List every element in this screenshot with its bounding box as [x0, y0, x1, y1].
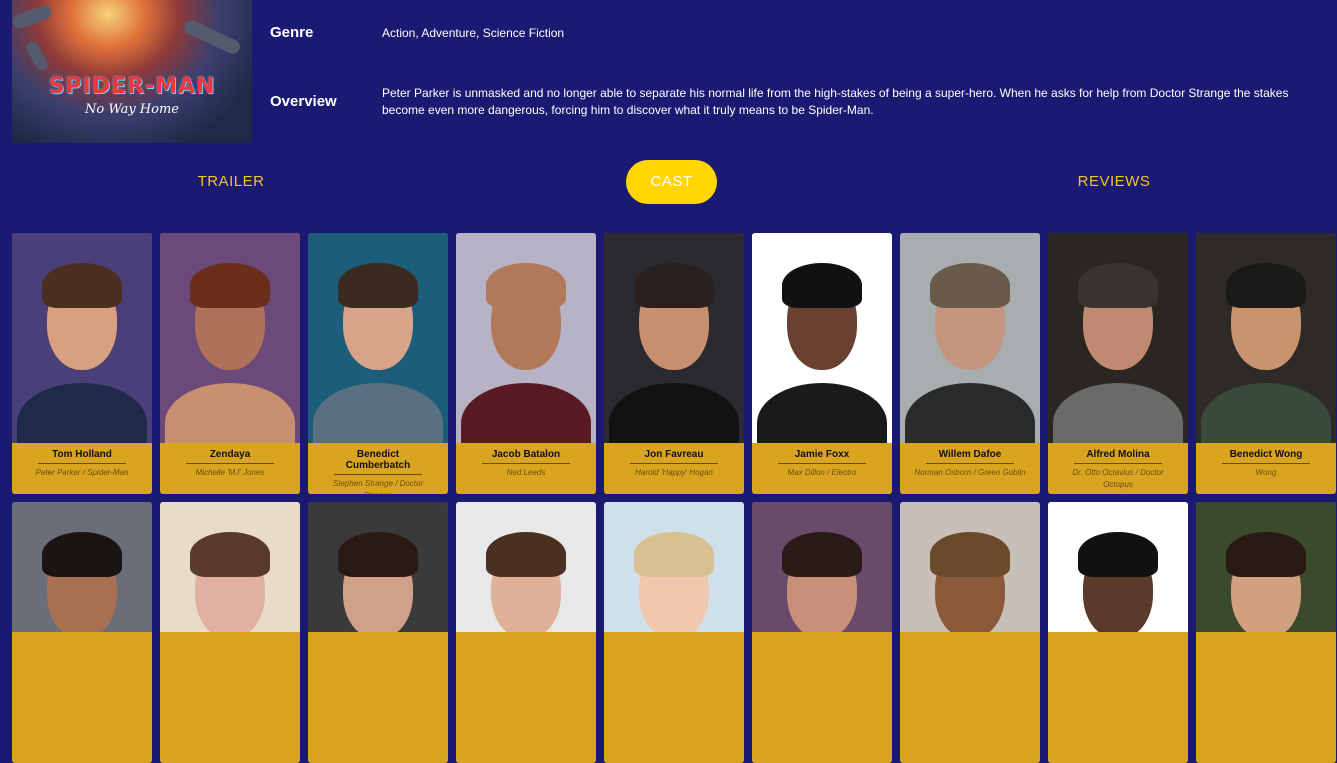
cast-card[interactable]: [308, 502, 448, 763]
cast-role: Harold 'Happy' Hogan: [635, 468, 713, 477]
cast-photo-hair: [42, 263, 122, 308]
cast-photo: [1048, 233, 1188, 443]
cast-name: Jacob Batalon: [482, 449, 570, 464]
tab-trailer[interactable]: TRAILER: [185, 160, 277, 204]
cast-photo-hair: [486, 263, 566, 308]
cast-photo: [900, 233, 1040, 443]
genre-label: Genre: [270, 24, 314, 41]
tab-cast[interactable]: CAST: [626, 160, 717, 204]
poster-tentacle: [12, 3, 54, 31]
cast-photo: [12, 502, 152, 632]
cast-photo-hair: [634, 263, 714, 308]
cast-name: Tom Holland: [38, 449, 126, 464]
overview-label: Overview: [270, 93, 337, 110]
cast-photo-shoulders: [1053, 383, 1183, 443]
cast-name: Willem Dafoe: [926, 449, 1014, 464]
cast-photo: [900, 502, 1040, 632]
poster-tentacle: [24, 40, 50, 72]
cast-card[interactable]: Zendaya Michelle 'MJ' Jones: [160, 233, 300, 494]
movie-poster: SPIDER-MAN No Way Home: [12, 0, 252, 143]
cast-photo-shoulders: [1201, 383, 1331, 443]
cast-card[interactable]: [1048, 502, 1188, 763]
cast-photo: [456, 502, 596, 632]
cast-card[interactable]: [604, 502, 744, 763]
cast-name: Jon Favreau: [630, 449, 718, 464]
cast-card[interactable]: Willem Dafoe Norman Osborn / Green Goblin: [900, 233, 1040, 494]
overview-value: Peter Parker is unmasked and no longer a…: [382, 86, 1289, 117]
cast-card[interactable]: Alfred Molina Dr. Otto Octavius / Doctor …: [1048, 233, 1188, 494]
cast-card[interactable]: [1196, 502, 1336, 763]
cast-photo: [308, 233, 448, 443]
cast-photo: [604, 502, 744, 632]
cast-card[interactable]: Tom Holland Peter Parker / Spider-Man: [12, 233, 152, 494]
cast-grid: Tom Holland Peter Parker / Spider-Man Zend…: [12, 233, 1337, 494]
cast-photo-hair: [1078, 532, 1158, 577]
cast-photo: [160, 502, 300, 632]
cast-name: Benedict Cumberbatch: [334, 449, 422, 475]
cast-photo: [12, 233, 152, 443]
cast-card[interactable]: [752, 502, 892, 763]
cast-photo-hair: [338, 263, 418, 308]
cast-card[interactable]: Benedict Wong Wong: [1196, 233, 1336, 494]
cast-photo: [1196, 502, 1336, 632]
cast-photo-shoulders: [757, 383, 887, 443]
cast-photo: [308, 502, 448, 632]
cast-role: Peter Parker / Spider-Man: [35, 468, 129, 477]
cast-photo-hair: [190, 532, 270, 577]
poster-tentacle: [181, 17, 243, 57]
cast-name: Zendaya: [186, 449, 274, 464]
cast-role: Stephen Strange / Doctor Strange: [332, 479, 424, 494]
cast-photo-shoulders: [461, 383, 591, 443]
cast-role: Max Dillon / Electro: [787, 468, 857, 477]
cast-photo-hair: [930, 532, 1010, 577]
cast-card[interactable]: Benedict Cumberbatch Stephen Strange / Do…: [308, 233, 448, 494]
cast-name: Jamie Foxx: [778, 449, 866, 464]
cast-card[interactable]: [160, 502, 300, 763]
cast-photo-shoulders: [165, 383, 295, 443]
cast-photo-hair: [486, 532, 566, 577]
cast-card[interactable]: [12, 502, 152, 763]
cast-photo: [160, 233, 300, 443]
poster-title: SPIDER-MAN: [48, 74, 216, 99]
cast-role: Michelle 'MJ' Jones: [195, 468, 265, 477]
poster-subtitle: No Way Home: [85, 102, 179, 117]
cast-photo-hair: [930, 263, 1010, 308]
cast-card[interactable]: [456, 502, 596, 763]
cast-name: Benedict Wong: [1222, 449, 1310, 464]
cast-role: Norman Osborn / Green Goblin: [914, 468, 1026, 477]
genre-value: Action, Adventure, Science Fiction: [382, 26, 565, 40]
cast-photo: [752, 233, 892, 443]
cast-photo-hair: [634, 532, 714, 577]
cast-photo: [1196, 233, 1336, 443]
cast-photo: [1048, 502, 1188, 632]
cast-card[interactable]: Jon Favreau Harold 'Happy' Hogan: [604, 233, 744, 494]
cast-photo-hair: [338, 532, 418, 577]
cast-card[interactable]: [900, 502, 1040, 763]
cast-photo: [604, 233, 744, 443]
cast-photo-hair: [782, 263, 862, 308]
cast-role: Ned Leeds: [506, 468, 546, 477]
cast-photo-hair: [1226, 532, 1306, 577]
cast-photo-shoulders: [17, 383, 147, 443]
cast-photo-hair: [1226, 263, 1306, 308]
cast-photo-shoulders: [905, 383, 1035, 443]
cast-photo-hair: [190, 263, 270, 308]
cast-role: Wong: [1255, 468, 1277, 477]
cast-photo-hair: [782, 532, 862, 577]
cast-card[interactable]: Jamie Foxx Max Dillon / Electro: [752, 233, 892, 494]
cast-photo-shoulders: [609, 383, 739, 443]
cast-photo-hair: [42, 532, 122, 577]
cast-name: Alfred Molina: [1074, 449, 1162, 464]
cast-photo-hair: [1078, 263, 1158, 308]
cast-card[interactable]: Jacob Batalon Ned Leeds: [456, 233, 596, 494]
cast-photo: [456, 233, 596, 443]
tab-reviews[interactable]: REVIEWS: [1066, 160, 1162, 204]
cast-grid-row-2: [12, 502, 1337, 763]
cast-photo-shoulders: [313, 383, 443, 443]
cast-photo: [752, 502, 892, 632]
cast-role: Dr. Otto Octavius / Doctor Octopus: [1072, 468, 1164, 489]
